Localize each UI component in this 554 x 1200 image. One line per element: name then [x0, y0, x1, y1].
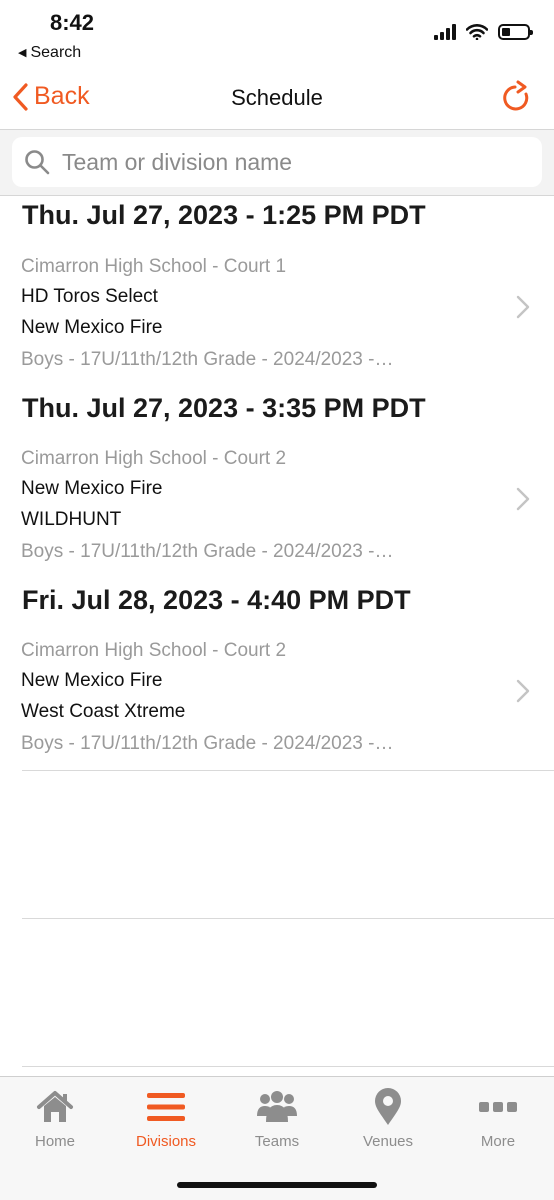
menu-bars-icon: [147, 1093, 185, 1121]
game-row[interactable]: Cimarron High School - Court 1 HD Toros …: [0, 245, 554, 380]
game-date-header: Thu. Jul 27, 2023 - 3:35 PM PDT: [22, 393, 426, 423]
list-divider: [22, 918, 554, 919]
tab-home[interactable]: Home: [0, 1087, 110, 1150]
battery-icon: [498, 24, 533, 40]
game-venue: Cimarron High School - Court 2: [21, 448, 287, 469]
tab-label: Home: [34, 1133, 75, 1150]
game-venue: Cimarron High School - Court 2: [21, 640, 287, 661]
game-division: Boys - 17U/11th/12th Grade - 2024/2023 -…: [21, 349, 394, 370]
page-title: Schedule: [231, 85, 323, 110]
game-row[interactable]: Cimarron High School - Court 2 New Mexic…: [0, 437, 554, 572]
search-icon: [25, 150, 50, 175]
game-date-header: Thu. Jul 27, 2023 - 1:25 PM PDT: [22, 200, 426, 230]
game-team-2: New Mexico Fire: [21, 317, 163, 338]
list-divider: [22, 1066, 554, 1067]
back-to-app-link[interactable]: ◀ Search: [18, 44, 81, 62]
game-division: Boys - 17U/11th/12th Grade - 2024/2023 -…: [21, 541, 394, 562]
search-input[interactable]: [60, 147, 504, 177]
wifi-icon: [466, 24, 488, 40]
home-icon: [37, 1091, 73, 1122]
refresh-button[interactable]: [502, 80, 532, 121]
game-team-1: New Mexico Fire: [21, 670, 163, 691]
game-venue: Cimarron High School - Court 1: [21, 256, 287, 277]
game-division: Boys - 17U/11th/12th Grade - 2024/2023 -…: [21, 733, 394, 754]
game-team-1: HD Toros Select: [21, 286, 158, 307]
game-team-1: New Mexico Fire: [21, 478, 163, 499]
list-divider: [22, 770, 554, 771]
search-bar: [0, 130, 554, 196]
tab-label: Venues: [362, 1133, 414, 1150]
cellular-signal-icon: [434, 24, 456, 40]
game-team-2: West Coast Xtreme: [21, 701, 186, 722]
more-dots-icon: [479, 1102, 517, 1112]
tab-more[interactable]: More: [443, 1087, 553, 1150]
game-date-header: Fri. Jul 28, 2023 - 4:40 PM PDT: [22, 585, 411, 615]
tab-label: More: [480, 1133, 516, 1150]
chevron-right-icon: [516, 679, 530, 703]
refresh-icon: [503, 80, 529, 111]
status-time: 8:42: [50, 10, 95, 35]
map-pin-icon: [375, 1088, 401, 1125]
chevron-right-icon: [516, 487, 530, 511]
search-box[interactable]: [12, 137, 542, 187]
tab-divisions[interactable]: Divisions: [111, 1087, 221, 1150]
game-row[interactable]: Cimarron High School - Court 2 New Mexic…: [0, 629, 554, 764]
chevron-right-icon: [516, 295, 530, 319]
navigation-bar: Back Schedule: [0, 70, 554, 130]
tab-label: Teams: [254, 1133, 300, 1150]
status-icons: [434, 24, 533, 40]
tab-teams[interactable]: Teams: [222, 1087, 332, 1150]
tab-label: Divisions: [135, 1133, 196, 1150]
game-team-2: WILDHUNT: [21, 509, 122, 530]
tab-venues[interactable]: Venues: [333, 1087, 443, 1150]
status-bar: 8:42 ◀ Search: [0, 0, 554, 70]
home-indicator: [177, 1182, 377, 1188]
people-icon: [257, 1091, 297, 1122]
left-triangle-icon: ◀: [18, 47, 27, 59]
back-to-app-label: Search: [30, 44, 82, 61]
